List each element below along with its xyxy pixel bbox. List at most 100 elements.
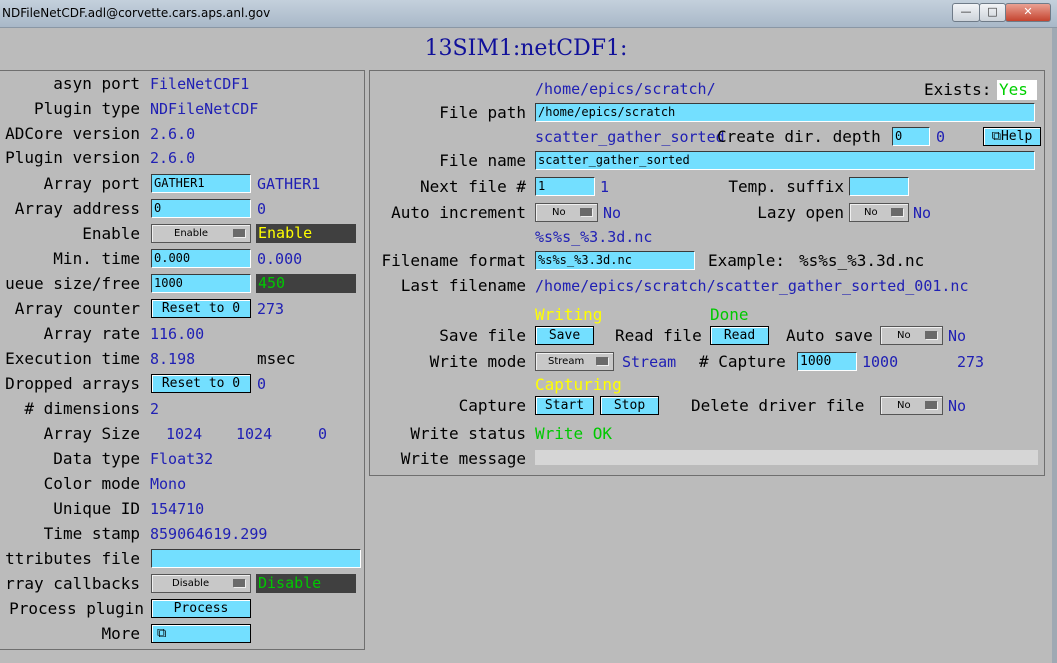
file-name-label: File name	[439, 151, 526, 170]
stop-capture-button[interactable]: Stop	[600, 396, 659, 415]
write-mode-value: Stream	[622, 353, 677, 371]
array-callbacks-label: rray callbacks	[5, 574, 140, 593]
read-button[interactable]: Read	[710, 326, 769, 345]
auto-increment-menu[interactable]: No	[535, 203, 598, 222]
enable-menu[interactable]: Enable	[151, 224, 251, 243]
file-path-input[interactable]: /home/epics/scratch	[535, 103, 1035, 122]
write-status-label: Write status	[410, 424, 526, 443]
dropdown-arrow-icon	[580, 208, 592, 216]
queue-free-readback: 450	[256, 274, 356, 293]
write-mode-label: Write mode	[429, 352, 526, 371]
start-capture-button[interactable]: Start	[535, 396, 594, 415]
window-titlebar[interactable]: NDFileNetCDF.adl@corvette.cars.aps.anl.g…	[0, 0, 1057, 28]
adcore-version-value: 2.6.0	[150, 125, 196, 143]
asyn-port-label: asyn port	[53, 74, 140, 93]
execution-time-value: 8.198	[150, 350, 196, 368]
write-mode-menu-value: Stream	[548, 356, 585, 367]
array-callbacks-menu[interactable]: Disable	[151, 574, 251, 593]
array-port-readback: GATHER1	[257, 175, 321, 193]
dimensions-value: 2	[150, 400, 160, 418]
temp-suffix-input[interactable]	[849, 177, 909, 196]
dropdown-arrow-icon	[596, 357, 608, 365]
create-dir-depth-input[interactable]: 0	[892, 127, 930, 146]
lazy-open-menu[interactable]: No	[849, 203, 909, 222]
dropped-arrays-label: Dropped arrays	[5, 374, 140, 393]
next-file-value: 1	[600, 178, 610, 196]
execution-time-unit: msec	[257, 349, 296, 368]
enable-readback: Enable	[256, 224, 356, 243]
help-button[interactable]: ⧉Help	[983, 127, 1041, 146]
create-dir-depth-value: 0	[936, 128, 946, 146]
dimensions-label: # dimensions	[24, 399, 140, 418]
array-rate-value: 116.00	[150, 325, 205, 343]
maximize-button[interactable]: □	[979, 3, 1006, 22]
asyn-port-value: FileNetCDF1	[150, 75, 250, 93]
lazy-open-value: No	[913, 204, 932, 222]
lazy-open-menu-value: No	[864, 207, 878, 218]
exists-label: Exists:	[924, 80, 992, 99]
array-size-2: 0	[318, 425, 328, 443]
adcore-version-label: ADCore version	[5, 124, 140, 143]
auto-increment-value: No	[603, 204, 622, 222]
minimize-button[interactable]: —	[952, 3, 980, 22]
array-size-1: 1024	[236, 425, 273, 443]
create-dir-depth-label: Create dir. depth	[717, 127, 881, 146]
num-capture-input[interactable]: 1000	[797, 352, 857, 371]
write-mode-menu[interactable]: Stream	[535, 352, 614, 371]
unique-id-value: 154710	[150, 500, 205, 518]
dropdown-arrow-icon	[233, 579, 245, 587]
array-size-0: 1024	[166, 425, 203, 443]
file-name-input[interactable]: scatter_gather_sorted	[535, 151, 1035, 170]
save-file-label: Save file	[439, 326, 526, 345]
filename-format-input[interactable]: %s%s_%3.3d.nc	[535, 251, 695, 270]
array-port-input[interactable]: GATHER1	[151, 174, 251, 193]
color-mode-value: Mono	[150, 475, 187, 493]
array-address-input[interactable]: 0	[151, 199, 251, 218]
array-callbacks-readback: Disable	[256, 574, 356, 593]
time-stamp-value: 859064619.299	[150, 525, 268, 543]
read-file-label: Read file	[615, 326, 702, 345]
filename-format-label: Filename format	[381, 251, 527, 270]
delete-driver-file-label: Delete driver file	[691, 396, 865, 415]
last-filename-label: Last filename	[400, 276, 526, 295]
enable-menu-value: Enable	[174, 228, 209, 239]
min-time-input[interactable]: 0.000	[151, 249, 251, 268]
dropdown-arrow-icon	[891, 208, 903, 216]
capture-label: Capture	[458, 396, 526, 415]
plugin-type-value: NDFileNetCDF	[150, 100, 259, 118]
next-file-input[interactable]: 1	[535, 177, 595, 196]
auto-save-menu[interactable]: No	[880, 326, 943, 345]
filename-format-readback: %s%s_%3.3d.nc	[535, 228, 653, 246]
save-button[interactable]: Save	[535, 326, 594, 345]
temp-suffix-label: Temp. suffix	[728, 177, 844, 196]
delete-driver-file-menu-value: No	[897, 400, 911, 411]
array-port-label: Array port	[43, 174, 140, 193]
num-captured-value: 273	[957, 353, 985, 371]
plugin-version-value: 2.6.0	[150, 149, 196, 167]
queue-size-label: ueue size/free	[5, 274, 140, 293]
attributes-file-input[interactable]	[151, 549, 361, 568]
auto-increment-menu-value: No	[552, 207, 566, 218]
array-counter-value: 273	[257, 300, 285, 318]
queue-size-input[interactable]: 1000	[151, 274, 251, 293]
last-filename-value: /home/epics/scratch/scatter_gather_sorte…	[535, 277, 969, 295]
auto-save-value: No	[948, 327, 967, 345]
related-display-icon: ⧉	[157, 626, 167, 641]
array-size-label: Array Size	[43, 424, 140, 443]
more-related-display-button[interactable]: ⧉	[151, 624, 251, 643]
process-plugin-button[interactable]: Process	[151, 599, 251, 618]
delete-driver-file-menu[interactable]: No	[880, 396, 943, 415]
array-address-readback: 0	[257, 200, 267, 218]
num-capture-label: # Capture	[699, 352, 786, 371]
data-type-label: Data type	[53, 449, 140, 468]
dropped-arrays-reset-button[interactable]: Reset to 0	[151, 374, 251, 393]
close-button[interactable]: ✕	[1005, 3, 1051, 22]
array-counter-reset-button[interactable]: Reset to 0	[151, 299, 251, 318]
file-path-label: File path	[439, 103, 526, 122]
write-message-label: Write message	[400, 449, 526, 468]
dropdown-arrow-icon	[233, 229, 245, 237]
writing-status: Writing	[535, 305, 603, 324]
plugin-version-label: Plugin version	[5, 148, 140, 167]
auto-save-label: Auto save	[786, 326, 873, 345]
plugin-type-label: Plugin type	[34, 99, 140, 118]
